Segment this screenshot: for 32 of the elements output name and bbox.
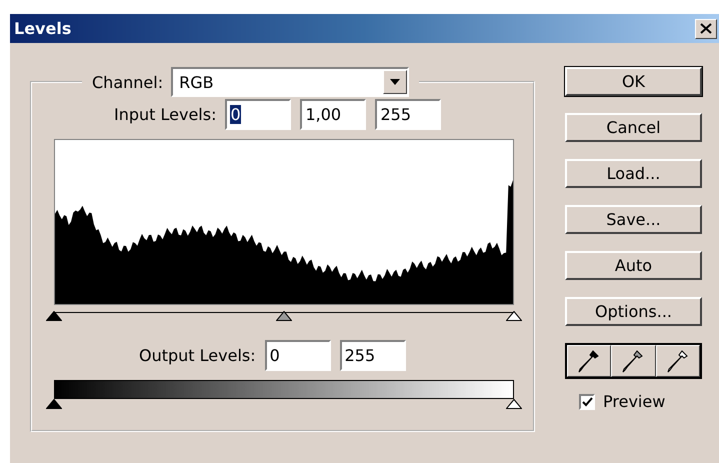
slider-handle-icon[interactable] [276,311,292,321]
channel-label: Channel: [92,72,164,92]
input-field[interactable]: 0 [225,99,292,130]
channel-dropdown[interactable]: RGB [171,67,410,97]
dialog-button[interactable]: Save... [565,205,702,234]
eyedropper-icon [622,349,644,373]
eyedropper-button[interactable] [567,345,612,377]
eyedropper-icon [666,349,689,373]
dialog-button[interactable]: OK [565,67,702,96]
dialog-button[interactable]: Load... [565,159,702,188]
output-levels-label: Output Levels: [139,346,256,365]
eyedropper-button[interactable] [611,345,656,377]
slider-handle-icon[interactable] [46,311,62,321]
dialog-button[interactable]: Cancel [565,113,702,142]
input-field[interactable]: 255 [375,99,442,130]
input-field[interactable]: 1,00 [300,99,366,130]
dialog-button[interactable]: Options... [565,297,702,326]
slider-handle-icon[interactable] [46,399,62,409]
input-field[interactable]: 255 [340,340,406,371]
slider-handle-icon[interactable] [506,311,522,321]
preview-checkbox[interactable] [579,394,595,410]
slider-handle-icon[interactable] [506,399,522,409]
eyedropper-button[interactable] [656,345,700,377]
input-field[interactable]: 0 [264,340,331,371]
dropdown-arrow-icon [390,79,400,85]
input-levels-label: Input Levels: [114,105,216,124]
preview-label: Preview [603,392,666,411]
eyedropper-icon [578,349,600,373]
window-title: Levels [14,19,72,38]
close-icon [700,23,712,34]
close-button[interactable] [695,18,717,38]
dialog-button[interactable]: Auto [565,251,702,280]
